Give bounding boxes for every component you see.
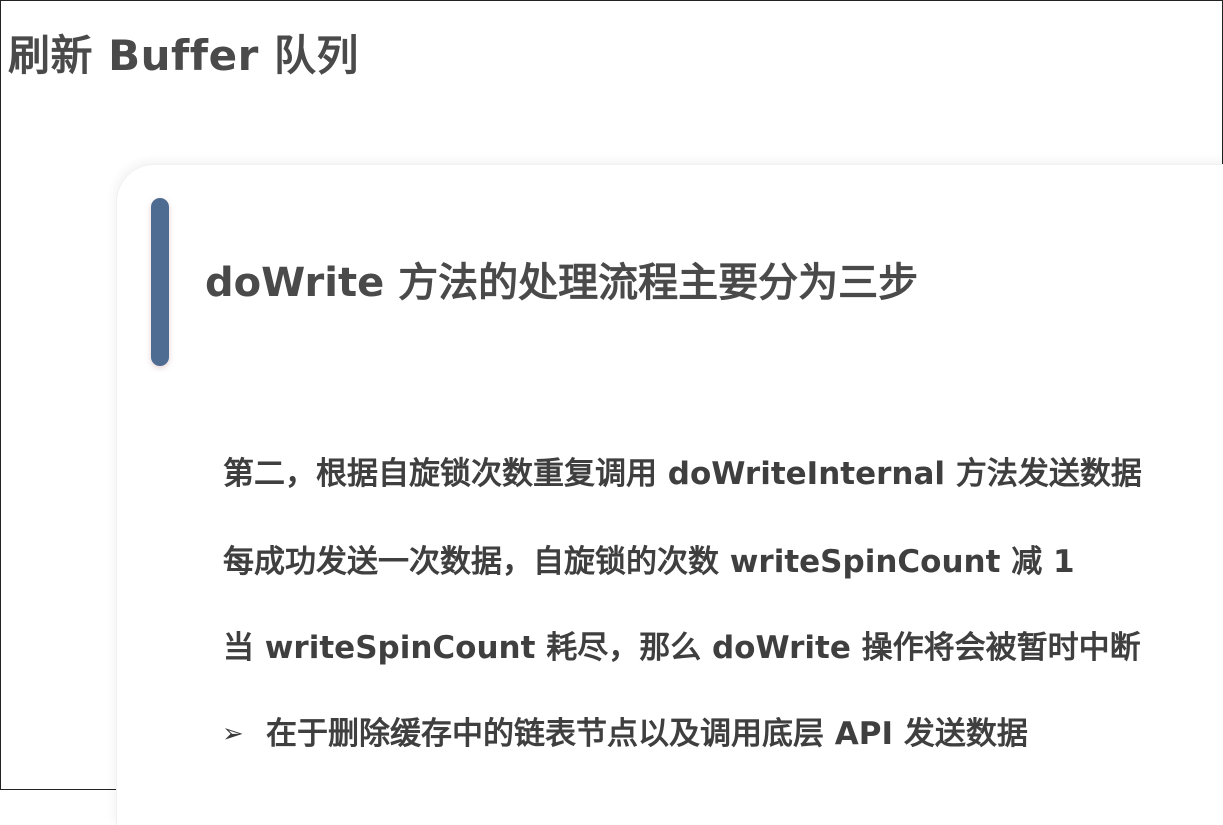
body-line-2: 每成功发送一次数据，自旋锁的次数 writeSpinCount 减 1 [223, 544, 1075, 580]
card-heading: doWrite 方法的处理流程主要分为三步 [205, 260, 919, 306]
bullet-item: ➢ 在于删除缓存中的链表节点以及调用底层 API 发送数据 [222, 708, 1028, 753]
body-line-1: 第二，根据自旋锁次数重复调用 doWriteInternal 方法发送数据 [223, 456, 1142, 492]
arrowhead-bullet-icon: ➢ [222, 719, 244, 749]
bullet-text: 在于删除缓存中的链表节点以及调用底层 API 发送数据 [266, 716, 1028, 752]
body-line-3: 当 writeSpinCount 耗尽，那么 doWrite 操作将会被暂时中断 [223, 630, 1141, 666]
page-title: 刷新 Buffer 队列 [8, 31, 359, 80]
heading-accent-bar [151, 198, 169, 366]
